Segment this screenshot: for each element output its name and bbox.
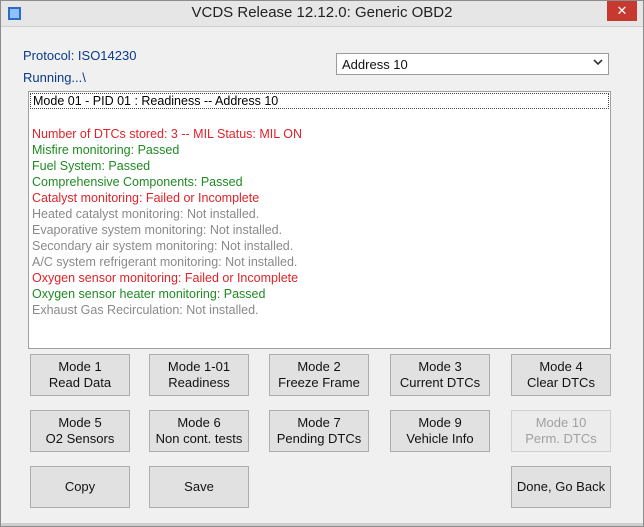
mode-7-subtitle: Pending DTCs — [276, 431, 362, 446]
mode-10-title: Mode 10 — [535, 415, 587, 430]
mode-2-subtitle: Freeze Frame — [278, 375, 360, 390]
close-icon[interactable]: ✕ — [607, 1, 637, 21]
mode-2-title: Mode 2 — [297, 359, 341, 374]
mode-6-title: Mode 6 — [177, 415, 221, 430]
protocol-label: Protocol: ISO14230 — [23, 48, 137, 63]
mode-3-subtitle: Current DTCs — [399, 375, 481, 390]
mode-1-title: Mode 1 — [58, 359, 102, 374]
window-title: VCDS Release 12.12.0: Generic OBD2 — [191, 4, 453, 21]
output-panel[interactable]: Mode 01 - PID 01 : Readiness -- Address … — [28, 91, 611, 349]
title-bar: VCDS Release 12.12.0: Generic OBD2 ✕ — [1, 1, 643, 27]
mode-5-button[interactable]: Mode 5 O2 Sensors — [30, 410, 130, 452]
address-select[interactable]: Address 10 — [336, 53, 609, 75]
window-bottom-edge — [1, 523, 643, 526]
address-select-value: Address 10 — [342, 57, 408, 72]
mode-5-title: Mode 5 — [58, 415, 102, 430]
mode-1-01-subtitle: Readiness — [168, 375, 230, 390]
output-headline: Mode 01 - PID 01 : Readiness -- Address … — [30, 93, 609, 109]
output-line: Evaporative system monitoring: Not insta… — [32, 223, 283, 237]
mode-7-button[interactable]: Mode 7 Pending DTCs — [269, 410, 369, 452]
mode-4-subtitle: Clear DTCs — [527, 375, 595, 390]
output-line: Comprehensive Components: Passed — [32, 175, 243, 189]
output-line: Exhaust Gas Recirculation: Not installed… — [32, 303, 259, 317]
mode-5-subtitle: O2 Sensors — [45, 431, 115, 446]
chevron-down-icon — [593, 59, 603, 66]
mode-6-button[interactable]: Mode 6 Non cont. tests — [149, 410, 249, 452]
output-line: Number of DTCs stored: 3 -- MIL Status: … — [32, 127, 302, 141]
done-go-back-button[interactable]: Done, Go Back — [511, 466, 611, 508]
output-line: Fuel System: Passed — [32, 159, 151, 173]
output-line: Heated catalyst monitoring: Not installe… — [32, 207, 260, 221]
mode-9-subtitle: Vehicle Info — [406, 431, 474, 446]
mode-3-button[interactable]: Mode 3 Current DTCs — [390, 354, 490, 396]
mode-10-subtitle: Perm. DTCs — [525, 431, 597, 446]
output-line: Oxygen sensor monitoring: Failed or Inco… — [32, 271, 299, 285]
mode-4-button[interactable]: Mode 4 Clear DTCs — [511, 354, 611, 396]
output-line: Oxygen sensor heater monitoring: Passed — [32, 287, 266, 301]
mode-1-subtitle: Read Data — [48, 375, 112, 390]
output-line: Catalyst monitoring: Failed or Incomplet… — [32, 191, 260, 205]
mode-10-button: Mode 10 Perm. DTCs — [511, 410, 611, 452]
mode-4-title: Mode 4 — [539, 359, 583, 374]
vcds-window: VCDS Release 12.12.0: Generic OBD2 ✕ Pro… — [0, 0, 644, 527]
mode-9-button[interactable]: Mode 9 Vehicle Info — [390, 410, 490, 452]
mode-1-01-title: Mode 1-01 — [167, 359, 231, 374]
mode-9-title: Mode 9 — [418, 415, 462, 430]
readiness-lines: Number of DTCs stored: 3 -- MIL Status: … — [32, 126, 302, 318]
mode-6-subtitle: Non cont. tests — [155, 431, 243, 446]
mode-7-title: Mode 7 — [297, 415, 341, 430]
running-status: Running...\ — [23, 70, 86, 85]
mode-3-title: Mode 3 — [418, 359, 462, 374]
mode-1-01-button[interactable]: Mode 1-01 Readiness — [149, 354, 249, 396]
output-line: Secondary air system monitoring: Not ins… — [32, 239, 294, 253]
save-button[interactable]: Save — [149, 466, 249, 508]
mode-2-button[interactable]: Mode 2 Freeze Frame — [269, 354, 369, 396]
output-line: A/C system refrigerant monitoring: Not i… — [32, 255, 298, 269]
mode-1-button[interactable]: Mode 1 Read Data — [30, 354, 130, 396]
output-line: Misfire monitoring: Passed — [32, 143, 180, 157]
copy-button[interactable]: Copy — [30, 466, 130, 508]
